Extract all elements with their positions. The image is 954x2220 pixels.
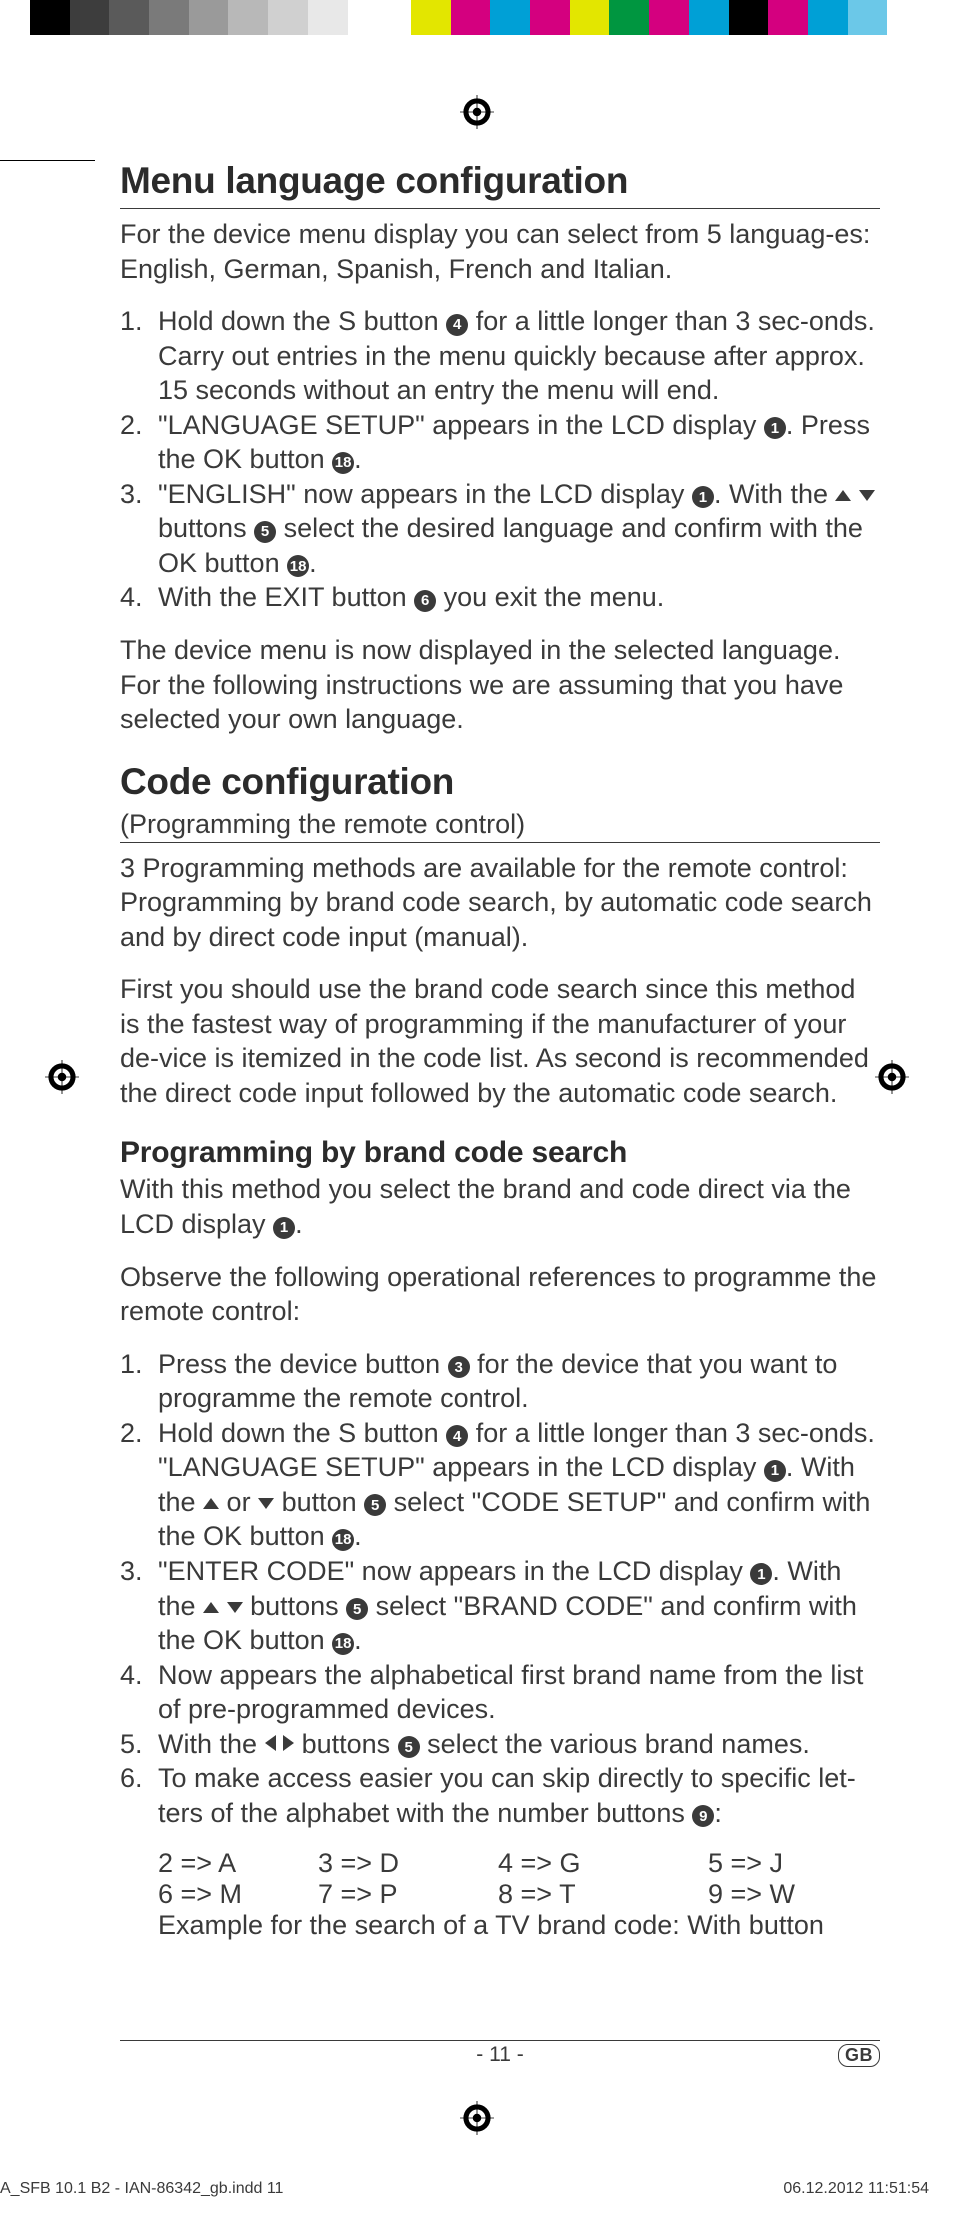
up-arrow-icon [203,1498,219,1509]
step-text: Hold down the S button 4 for a little lo… [158,304,880,408]
step-number: 1. [120,304,158,408]
circled-number-icon: 5 [364,1494,386,1516]
registration-mark-icon [45,1060,79,1094]
up-arrow-icon [835,490,851,501]
language-badge: GB [838,2044,880,2067]
body-text: 3 Programming methods are available for … [120,851,880,955]
step-number: 3. [120,1554,158,1658]
step-text: To make access easier you can skip direc… [158,1761,880,1830]
imprint-filename: A_SFB 10.1 B2 - IAN-86342_gb.indd 11 [0,2180,283,2198]
right-arrow-icon [283,1735,294,1751]
crop-mark [0,160,95,161]
step-text: "ENTER CODE" now appears in the LCD disp… [158,1554,880,1658]
circled-number-icon: 6 [414,590,436,612]
step-text: Press the device button 3 for the device… [158,1347,880,1416]
circled-number-icon: 4 [446,314,468,336]
rule [120,2040,880,2041]
subsection-title-brand-search: Programming by brand code search [120,1136,880,1170]
list-item: 2. Hold down the S button 4 for a little… [120,1416,880,1554]
circled-number-icon: 1 [692,486,714,508]
map-cell: 7 => P [318,1879,498,1910]
outro-text: The device menu is now displayed in the … [120,633,880,737]
map-cell: 8 => T [498,1879,708,1910]
step-text: With the buttons 5 select the various br… [158,1727,880,1762]
imprint-datetime: 06.12.2012 11:51:54 [783,2180,929,2198]
map-cell: 4 => G [498,1848,708,1879]
list-item: 6. To make access easier you can skip di… [120,1761,880,1830]
step-text: Now appears the alphabetical ﬁrst brand … [158,1658,880,1727]
list-item: 3. "ENGLISH" now appears in the LCD disp… [120,477,880,581]
step-text: "ENGLISH" now appears in the LCD display… [158,477,880,581]
intro-text: For the device menu display you can sele… [120,217,880,286]
print-imprint: A_SFB 10.1 B2 - IAN-86342_gb.indd 11 06.… [0,2180,929,2198]
map-cell: 6 => M [158,1879,318,1910]
down-arrow-icon [227,1602,243,1613]
map-cell: 5 => J [708,1848,880,1879]
circled-number-icon: 1 [764,417,786,439]
page-number: - 11 - [120,2043,880,2067]
circled-number-icon: 5 [398,1736,420,1758]
number-letter-map: 2 => A 3 => D 4 => G 5 => J 6 => M 7 => … [158,1848,880,1910]
step-text: With the EXIT button 6 you exit the menu… [158,580,880,615]
body-text: First you should use the brand code sear… [120,972,880,1110]
step-text: Hold down the S button 4 for a little lo… [158,1416,880,1554]
body-text: With this method you select the brand an… [120,1172,880,1241]
step-number: 4. [120,580,158,615]
menu-language-steps: 1. Hold down the S button 4 for a little… [120,304,880,615]
down-arrow-icon [258,1498,274,1509]
list-item: 2. "LANGUAGE SETUP" appears in the LCD d… [120,408,880,477]
circled-number-icon: 18 [332,1529,354,1551]
registration-mark-icon [460,2101,494,2135]
left-arrow-icon [265,1735,276,1751]
list-item: 1. Hold down the S button 4 for a little… [120,304,880,408]
registration-mark-icon [875,1060,909,1094]
circled-number-icon: 5 [346,1598,368,1620]
map-cell: 2 => A [158,1848,318,1879]
print-colorbar [30,0,927,35]
step-number: 2. [120,1416,158,1554]
circled-number-icon: 18 [287,555,309,577]
step-number: 6. [120,1761,158,1830]
example-text: Example for the search of a TV brand cod… [158,1910,880,1941]
body-text: Observe the following operational refere… [120,1260,880,1329]
circled-number-icon: 1 [750,1563,772,1585]
section-subtitle: (Programming the remote control) [120,809,880,840]
page-content: Menu language conﬁguration For the devic… [120,160,880,1941]
down-arrow-icon [859,490,875,501]
list-item: 5. With the buttons 5 select the various… [120,1727,880,1762]
list-item: 1. Press the device button 3 for the dev… [120,1347,880,1416]
step-number: 3. [120,477,158,581]
section-title-menu-language: Menu language conﬁguration [120,160,880,202]
page-footer: - 11 - GB [120,2040,880,2067]
registration-mark-icon [460,95,494,129]
step-number: 5. [120,1727,158,1762]
circled-number-icon: 1 [273,1217,295,1239]
circled-number-icon: 18 [332,452,354,474]
list-item: 4. Now appears the alphabetical ﬁrst bra… [120,1658,880,1727]
circled-number-icon: 1 [764,1460,786,1482]
circled-number-icon: 5 [254,521,276,543]
circled-number-icon: 9 [692,1805,714,1827]
circled-number-icon: 4 [446,1425,468,1447]
list-item: 3. "ENTER CODE" now appears in the LCD d… [120,1554,880,1658]
step-text: "LANGUAGE SETUP" appears in the LCD disp… [158,408,880,477]
step-number: 4. [120,1658,158,1727]
step-number: 1. [120,1347,158,1416]
map-cell: 3 => D [318,1848,498,1879]
circled-number-icon: 3 [448,1356,470,1378]
list-item: 4. With the EXIT button 6 you exit the m… [120,580,880,615]
rule [120,842,880,843]
step-number: 2. [120,408,158,477]
rule [120,208,880,209]
up-arrow-icon [203,1602,219,1613]
map-cell: 9 => W [708,1879,880,1910]
brand-search-steps: 1. Press the device button 3 for the dev… [120,1347,880,1831]
circled-number-icon: 18 [332,1633,354,1655]
section-title-code-config: Code conﬁguration [120,761,880,803]
